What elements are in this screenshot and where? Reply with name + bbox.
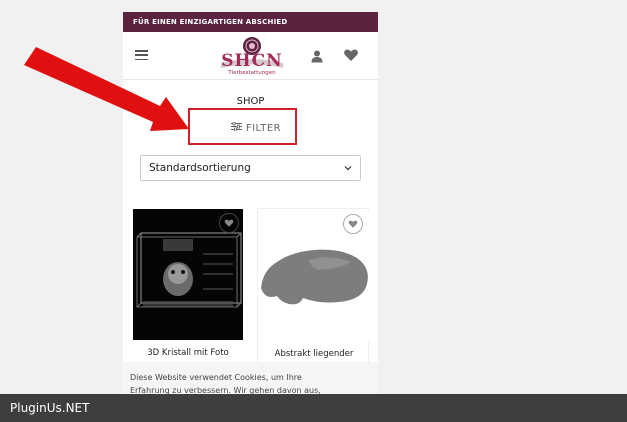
heart-icon[interactable] <box>343 47 359 63</box>
top-announcement-bar: FÜR EINEN EINZIGARTIGEN ABSCHIED <box>123 12 378 32</box>
logo-subtitle: Tierbestattungen <box>228 70 276 76</box>
sort-selected-value: Standardsortierung <box>149 162 251 174</box>
watermark-footer: PluginUs.NET <box>0 394 627 422</box>
announcement-text: FÜR EINEN EINZIGARTIGEN ABSCHIED <box>133 18 288 26</box>
wishlist-heart-icon[interactable] <box>219 213 239 233</box>
user-icon[interactable] <box>310 48 324 63</box>
product-title[interactable]: 3D Kristall mit Foto <box>132 348 244 358</box>
site-header: SHCN Tierbestattungen <box>123 32 378 80</box>
menu-icon[interactable] <box>135 50 148 60</box>
page-title: SHOP <box>236 96 265 107</box>
filter-highlight-box <box>188 108 297 145</box>
mobile-viewport: FÜR EINEN EINZIGARTIGEN ABSCHIED SHCN Ti… <box>123 12 378 422</box>
wishlist-heart-icon[interactable] <box>343 214 363 234</box>
logo-text: SHCN <box>221 51 283 71</box>
cookie-text-line: Diese Website verwendet Cookies, um Ihre <box>130 373 302 382</box>
sort-select[interactable]: Standardsortierung <box>140 155 361 181</box>
chevron-down-icon <box>344 166 352 171</box>
site-logo[interactable]: SHCN Tierbestattungen <box>217 35 287 79</box>
product-title[interactable]: Abstrakt liegender <box>258 349 370 359</box>
footer-brand: PluginUs.NET <box>10 401 90 415</box>
